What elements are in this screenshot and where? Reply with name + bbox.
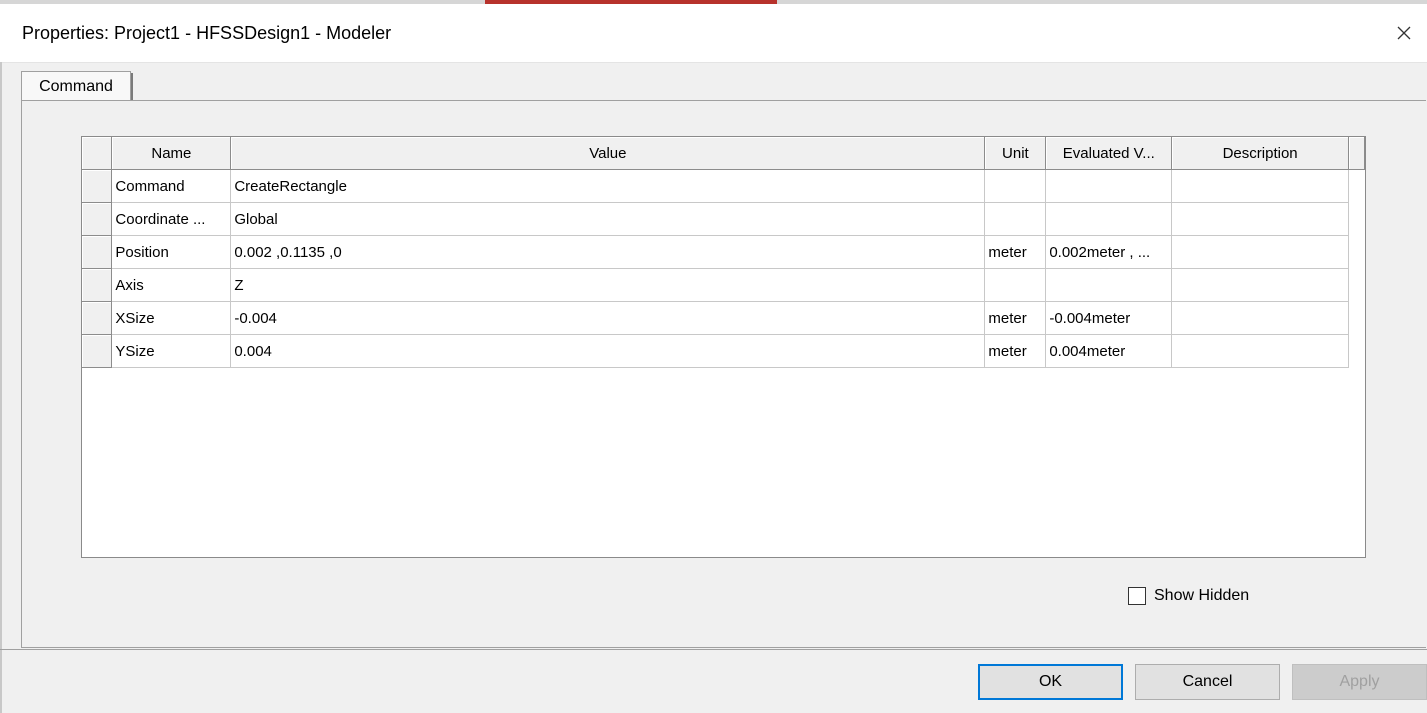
row-selector[interactable]	[82, 169, 113, 203]
cell-description[interactable]	[1171, 301, 1349, 335]
row-selector[interactable]	[82, 301, 113, 335]
cell-value[interactable]: CreateRectangle	[230, 169, 986, 203]
cell-value[interactable]: 0.004	[230, 334, 986, 368]
cell-name[interactable]: Position	[111, 235, 232, 269]
table-row[interactable]: Axis Z	[82, 268, 1365, 302]
cell-evaluated[interactable]	[1045, 169, 1173, 203]
column-header-description[interactable]: Description	[1171, 137, 1349, 170]
table-row[interactable]: YSize 0.004 meter 0.004meter	[82, 334, 1365, 368]
cell-unit[interactable]	[984, 169, 1047, 203]
cell-evaluated[interactable]: 0.002meter , ...	[1045, 235, 1173, 269]
corner-header[interactable]	[82, 137, 113, 170]
header-filler	[1348, 137, 1366, 170]
column-header-evaluated[interactable]: Evaluated V...	[1045, 137, 1173, 170]
cell-unit[interactable]	[984, 202, 1047, 236]
show-hidden-label: Show Hidden	[1154, 587, 1250, 604]
cell-description[interactable]	[1171, 235, 1349, 269]
cell-unit[interactable]: meter	[984, 334, 1047, 368]
cell-value[interactable]: Z	[230, 268, 986, 302]
cell-name[interactable]: Axis	[111, 268, 232, 302]
tab-shadow	[131, 73, 133, 101]
column-header-unit[interactable]: Unit	[984, 137, 1047, 170]
table-row[interactable]: Coordinate ... Global	[82, 202, 1365, 236]
cell-value[interactable]: 0.002 ,0.1135 ,0	[230, 235, 986, 269]
cell-evaluated[interactable]	[1045, 268, 1173, 302]
show-hidden-option[interactable]: Show Hidden	[1128, 585, 1249, 607]
title-bar: Properties: Project1 - HFSSDesign1 - Mod…	[0, 4, 1427, 63]
tab-command[interactable]: Command	[21, 71, 131, 101]
properties-grid: Name Value Unit Evaluated V... Descripti…	[81, 136, 1366, 558]
row-selector[interactable]	[82, 235, 113, 269]
properties-table: Name Value Unit Evaluated V... Descripti…	[82, 137, 1366, 368]
cell-unit[interactable]: meter	[984, 301, 1047, 335]
column-header-name[interactable]: Name	[111, 137, 232, 170]
cell-description[interactable]	[1171, 334, 1349, 368]
header-row: Name Value Unit Evaluated V... Descripti…	[82, 137, 1366, 170]
apply-button[interactable]: Apply	[1292, 664, 1427, 700]
cancel-button[interactable]: Cancel	[1135, 664, 1280, 700]
cell-name[interactable]: Coordinate ...	[111, 202, 232, 236]
properties-dialog: Properties: Project1 - HFSSDesign1 - Mod…	[0, 0, 1427, 713]
cell-evaluated[interactable]	[1045, 202, 1173, 236]
left-edge	[0, 62, 2, 713]
cell-unit[interactable]: meter	[984, 235, 1047, 269]
cell-name[interactable]: Command	[111, 169, 232, 203]
cell-name[interactable]: YSize	[111, 334, 232, 368]
cell-evaluated[interactable]: -0.004meter	[1045, 301, 1173, 335]
ok-button[interactable]: OK	[978, 664, 1123, 700]
cell-value[interactable]: Global	[230, 202, 986, 236]
button-bar-separator	[0, 649, 1427, 650]
row-selector[interactable]	[82, 202, 113, 236]
table-row[interactable]: XSize -0.004 meter -0.004meter	[82, 301, 1365, 335]
column-header-value[interactable]: Value	[230, 137, 986, 170]
cell-description[interactable]	[1171, 169, 1349, 203]
close-icon	[1397, 26, 1411, 40]
table-row[interactable]: Command CreateRectangle	[82, 169, 1365, 203]
cell-value[interactable]: -0.004	[230, 301, 986, 335]
cell-description[interactable]	[1171, 202, 1349, 236]
close-button[interactable]	[1381, 4, 1427, 62]
cell-unit[interactable]	[984, 268, 1047, 302]
cell-evaluated[interactable]: 0.004meter	[1045, 334, 1173, 368]
row-selector[interactable]	[82, 268, 113, 302]
cell-description[interactable]	[1171, 268, 1349, 302]
dialog-title: Properties: Project1 - HFSSDesign1 - Mod…	[22, 23, 392, 43]
table-row[interactable]: Position 0.002 ,0.1135 ,0 meter 0.002met…	[82, 235, 1365, 269]
show-hidden-checkbox[interactable]	[1128, 587, 1146, 605]
cell-name[interactable]: XSize	[111, 301, 232, 335]
row-selector[interactable]	[82, 334, 113, 368]
